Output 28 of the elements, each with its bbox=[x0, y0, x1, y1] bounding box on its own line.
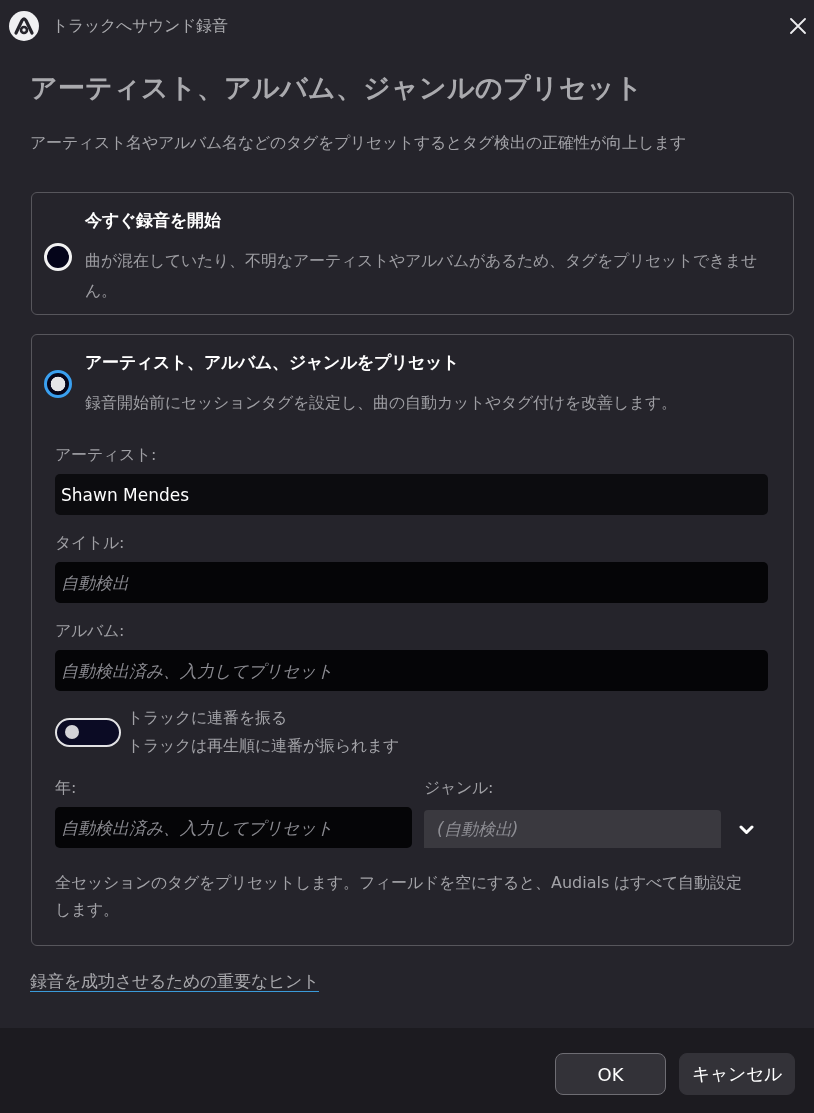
option-title: 今すぐ録音を開始 bbox=[85, 209, 221, 232]
tips-link[interactable]: 録音を成功させるための重要なヒント bbox=[30, 969, 319, 993]
window-title: トラックへサウンド録音 bbox=[52, 15, 229, 37]
field-label: 年: bbox=[55, 777, 77, 799]
field-label: アルバム: bbox=[55, 620, 125, 642]
page-heading: アーティスト、アルバム、ジャンルのプリセット bbox=[30, 71, 643, 105]
input-field[interactable]: Shawn Mendes bbox=[55, 474, 768, 515]
cancel-button[interactable]: キャンセル bbox=[679, 1053, 795, 1095]
app-logo-icon bbox=[9, 11, 39, 41]
info-note: 全セッションのタグをプリセットします。フィールドを空にすると、Audials はすべて自動設定します。 bbox=[55, 872, 744, 921]
option-description: 録音開始前にセッションタグを設定し、曲の自動カットやタグ付けを改善します。 bbox=[85, 392, 678, 414]
close-icon[interactable] bbox=[790, 18, 806, 34]
field-label: ジャンル: bbox=[424, 777, 494, 799]
input-field[interactable]: 自動検出 bbox=[55, 562, 768, 603]
radio-button[interactable] bbox=[44, 370, 72, 398]
genre-dropdown[interactable]: (自動検出) bbox=[424, 810, 721, 848]
toggle-switch[interactable] bbox=[55, 717, 121, 747]
page-subtitle: アーティスト名やアルバム名などのタグをプリセットするとタグ検出の正確性が向上します bbox=[30, 132, 686, 154]
option-title: アーティスト、アルバム、ジャンルをプリセット bbox=[85, 351, 459, 374]
field-label: タイトル: bbox=[55, 532, 125, 554]
toggle-label: トラックに連番を振る bbox=[127, 707, 287, 729]
ok-button[interactable]: OK bbox=[555, 1053, 666, 1095]
option-description: 曲が混在していたり、不明なアーティストやアルバムがあるため、タグをプリセットできません。 bbox=[85, 250, 758, 302]
field-label: アーティスト: bbox=[55, 444, 157, 466]
input-field[interactable]: 自動検出済み、入力してプリセット bbox=[55, 807, 412, 848]
toggle-hint: トラックは再生順に連番が振られます bbox=[127, 735, 399, 757]
chevron-down-icon[interactable] bbox=[739, 825, 754, 835]
input-field[interactable]: 自動検出済み、入力してプリセット bbox=[55, 650, 768, 691]
